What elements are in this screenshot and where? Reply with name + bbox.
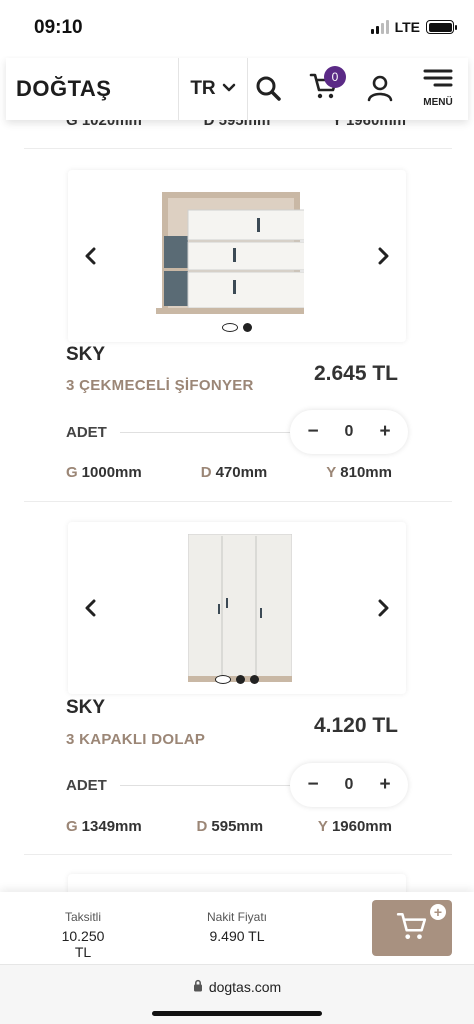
chevron-left-icon[interactable] bbox=[78, 244, 102, 268]
user-icon[interactable] bbox=[364, 72, 396, 104]
product-name[interactable]: 3 ÇEKMECELİ ŞİFONYER bbox=[66, 377, 254, 394]
browser-url-bar: dogtas.com bbox=[0, 964, 474, 1024]
increment-button[interactable]: + bbox=[376, 421, 394, 443]
quantity-value: 0 bbox=[344, 423, 354, 440]
increment-button[interactable]: + bbox=[376, 774, 394, 796]
home-indicator[interactable] bbox=[152, 1011, 322, 1016]
battery-icon bbox=[426, 20, 457, 34]
installment-value: 10.250 TL bbox=[61, 928, 105, 960]
url-text: dogtas.com bbox=[208, 979, 282, 995]
price-summary-bar: Taksitli 10.250 TL Nakit Fiyatı 9.490 TL… bbox=[0, 892, 474, 964]
decrement-button[interactable]: − bbox=[304, 421, 322, 443]
chevron-right-icon[interactable] bbox=[372, 596, 396, 620]
cash-value: 9.490 TL bbox=[209, 928, 265, 944]
carousel-dots bbox=[215, 675, 259, 684]
product-dimensions: G 1349mm D 595mm Y 1960mm bbox=[66, 818, 392, 835]
add-to-cart-button[interactable]: + bbox=[372, 900, 452, 956]
product-image-carousel[interactable] bbox=[68, 522, 406, 694]
carousel-dot[interactable] bbox=[250, 675, 259, 684]
product-price: 4.120 TL bbox=[313, 714, 398, 737]
chevron-down-icon bbox=[222, 80, 236, 98]
quantity-stepper: − 0 + bbox=[290, 410, 408, 454]
network-label: LTE bbox=[394, 19, 420, 35]
search-icon[interactable] bbox=[252, 72, 284, 104]
quantity-row: ADET − 0 + bbox=[66, 410, 408, 456]
installment-label: Taksitli bbox=[64, 910, 101, 924]
carousel-dot[interactable] bbox=[222, 323, 238, 332]
lock-icon bbox=[193, 979, 203, 995]
product-price: 2.645 TL bbox=[313, 362, 398, 385]
screen: 09:10 LTE G 1020mm D 595mm Y 1960mm SKY … bbox=[0, 0, 474, 1024]
cart-button[interactable]: 0 bbox=[308, 66, 346, 104]
divider bbox=[24, 854, 452, 855]
dim-width: G 1000mm bbox=[66, 464, 142, 481]
divider-line bbox=[120, 785, 290, 786]
dim-depth: D 595mm bbox=[196, 818, 264, 835]
cash-price: Nakit Fiyatı 9.490 TL bbox=[198, 910, 276, 944]
language-selector[interactable]: TR bbox=[178, 58, 248, 120]
dim-depth: D 470mm bbox=[200, 464, 268, 481]
divider bbox=[24, 501, 452, 502]
quantity-value: 0 bbox=[344, 776, 354, 793]
product-brand: SKY bbox=[66, 344, 106, 365]
cart-add-icon bbox=[396, 911, 428, 946]
site-header: DOĞTAŞ TR 0 MENÜ bbox=[6, 58, 468, 120]
chevron-left-icon[interactable] bbox=[78, 596, 102, 620]
cart-count-badge: 0 bbox=[324, 66, 346, 88]
cash-label: Nakit Fiyatı bbox=[206, 910, 267, 924]
dim-width: G 1349mm bbox=[66, 818, 142, 835]
dim-height: Y 1960mm bbox=[317, 818, 392, 835]
status-bar: 09:10 LTE bbox=[0, 0, 474, 56]
plus-icon: + bbox=[430, 904, 446, 920]
divider bbox=[24, 148, 452, 149]
product-name[interactable]: 3 KAPAKLI DOLAP bbox=[66, 731, 205, 748]
status-indicators: LTE bbox=[370, 19, 457, 35]
product-image-dresser bbox=[156, 192, 307, 316]
quantity-stepper: − 0 + bbox=[290, 763, 408, 807]
signal-icon bbox=[370, 20, 389, 34]
divider-line bbox=[120, 432, 290, 433]
language-label: TR bbox=[190, 78, 216, 99]
quantity-label: ADET bbox=[66, 424, 107, 441]
product-image-carousel[interactable] bbox=[68, 170, 406, 342]
carousel-dot[interactable] bbox=[243, 323, 252, 332]
product-brand: SKY bbox=[66, 697, 106, 718]
chevron-right-icon[interactable] bbox=[372, 244, 396, 268]
hamburger-icon bbox=[423, 68, 453, 93]
product-dimensions: G 1000mm D 470mm Y 810mm bbox=[66, 464, 392, 481]
menu-button[interactable]: MENÜ bbox=[418, 68, 458, 108]
decrement-button[interactable]: − bbox=[304, 774, 322, 796]
quantity-row: ADET − 0 + bbox=[66, 763, 408, 809]
product-image-wardrobe bbox=[187, 533, 293, 682]
address-field[interactable]: dogtas.com bbox=[0, 979, 474, 995]
menu-label: MENÜ bbox=[423, 97, 453, 108]
dim-height: Y 810mm bbox=[326, 464, 392, 481]
quantity-label: ADET bbox=[66, 777, 107, 794]
carousel-dot[interactable] bbox=[215, 675, 231, 684]
carousel-dots bbox=[222, 323, 252, 332]
logo[interactable]: DOĞTAŞ bbox=[16, 76, 111, 102]
carousel-dot[interactable] bbox=[236, 675, 245, 684]
installment-price: Taksitli 10.250 TL bbox=[52, 910, 114, 960]
status-time: 09:10 bbox=[34, 17, 83, 38]
